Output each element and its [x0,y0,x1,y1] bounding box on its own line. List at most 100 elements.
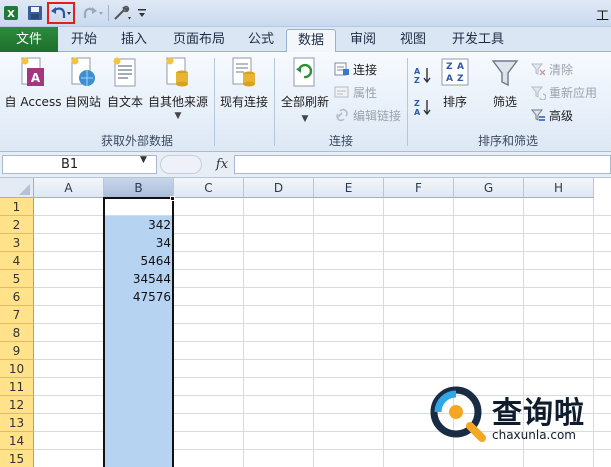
more-icon[interactable] [136,3,148,23]
tab-developer[interactable]: 开发工具 [446,29,510,52]
row-header-3[interactable]: 3 [0,234,34,252]
name-box[interactable]: B1 [2,155,157,174]
row-header-4[interactable]: 4 [0,252,34,270]
connections-label: 连接 [353,62,378,77]
svg-text:A: A [414,67,421,76]
tab-insert[interactable]: 插入 [112,29,156,52]
existing-connections-icon [232,57,255,87]
properties-button[interactable]: 属性 [334,83,377,101]
svg-text:A: A [414,108,421,117]
formula-input[interactable] [234,155,611,174]
refresh-icon [293,57,315,87]
row-header-1[interactable]: 1 [0,198,34,216]
row-header-14[interactable]: 14 [0,432,34,450]
undo-icon[interactable] [47,2,75,24]
row-header-10[interactable]: 10 [0,360,34,378]
clear-filter-button[interactable]: 清除 [530,60,573,78]
tab-page-layout[interactable]: 页面布局 [164,29,234,52]
ribbon-tabs: 文件 开始 插入 页面布局 公式 数据 审阅 视图 开发工具 [0,27,611,53]
group-label-external-data: 获取外部数据 [100,134,173,148]
row-header-11[interactable]: 11 [0,378,34,396]
row-header-2[interactable]: 2 [0,216,34,234]
tab-data[interactable]: 数据 [286,29,336,53]
tab-file[interactable]: 文件 [0,27,58,52]
quick-access-toolbar: X 工 [0,0,611,27]
from-text-button[interactable]: 自文本 [104,56,146,110]
edit-links-label: 编辑链接 [353,108,402,123]
tab-review[interactable]: 审阅 [342,29,384,52]
connections-button[interactable]: 连接 [334,60,377,78]
formula-bar-resize-handle[interactable] [160,155,202,174]
fill-handle[interactable] [170,196,175,201]
svg-text:Z: Z [457,74,464,84]
from-text-label: 自文本 [106,95,143,109]
sort-label: 排序 [442,95,467,109]
tab-formulas[interactable]: 公式 [240,29,282,52]
watermark-url: chaxunla.com [492,428,576,442]
sort-descending-button[interactable]: ZA [413,98,436,117]
svg-text:Z: Z [414,99,420,108]
excel-app-icon[interactable]: X [2,3,20,23]
sort-button[interactable]: ZAAZ 排序 [438,56,472,110]
connections-icon [334,62,349,76]
refresh-all-label: 全部刷新 [280,95,329,109]
reapply-filter-icon [530,86,546,100]
row-header-9[interactable]: 9 [0,342,34,360]
sort-dialog-icon: Z AA Z [441,58,469,86]
sort-ascending-icon: AZ [414,67,431,85]
column-header-g[interactable]: G [454,178,524,198]
insert-function-button[interactable]: fx [212,155,232,174]
sort-ascending-button[interactable]: AZ [413,66,436,85]
column-header-a[interactable]: A [34,178,104,198]
existing-connections-label: 现有连接 [219,95,268,109]
svg-text:A: A [457,62,464,72]
column-header-d[interactable]: D [244,178,314,198]
column-header-e[interactable]: E [314,178,384,198]
customize-icon[interactable] [110,3,134,23]
column-header-b[interactable]: B [104,178,174,198]
window-title: 工 [595,9,609,24]
existing-connections-button[interactable]: 现有连接 [218,56,270,110]
edit-links-button[interactable]: 编辑链接 [334,106,401,124]
refresh-all-button[interactable]: 全部刷新 ▼ [278,56,332,124]
group-label-connections: 连接 [328,134,353,148]
ribbon-data: A 自 Access 自网站 自文本 自其他来源 ▼ 现有连接 获取外部数据 全… [0,52,611,152]
filter-button[interactable]: 筛选 [486,56,524,110]
tab-home[interactable]: 开始 [62,29,106,52]
from-web-button[interactable]: 自网站 [63,56,103,110]
qat-separator [108,5,109,21]
reapply-filter-label: 重新应用 [549,85,598,100]
advanced-filter-button[interactable]: 高级 [530,106,573,124]
redo-icon[interactable] [80,3,106,23]
properties-icon [334,86,349,98]
name-box-dropdown-icon[interactable]: ▼ [140,155,147,165]
row-header-15[interactable]: 15 [0,450,34,467]
save-icon[interactable] [26,3,44,23]
row-header-12[interactable]: 12 [0,396,34,414]
svg-text:A: A [31,71,41,85]
svg-text:A: A [446,74,453,84]
svg-text:Z: Z [446,62,453,72]
column-header-c[interactable]: C [174,178,244,198]
from-other-sources-label: 自其他来源 [147,95,208,109]
row-header-8[interactable]: 8 [0,324,34,342]
watermark: 查询啦 chaxunla.com [426,382,611,450]
svg-text:X: X [7,9,15,20]
advanced-filter-icon [530,109,545,121]
tab-view[interactable]: 视图 [392,29,434,52]
reapply-filter-button[interactable]: 重新应用 [530,83,597,101]
text-file-icon [113,57,136,87]
row-header-7[interactable]: 7 [0,306,34,324]
column-header-f[interactable]: F [384,178,454,198]
row-header-6[interactable]: 6 [0,288,34,306]
row-header-13[interactable]: 13 [0,414,34,432]
row-header-5[interactable]: 5 [0,270,34,288]
properties-label: 属性 [353,85,378,100]
watermark-title: 查询啦 [492,396,585,431]
from-web-label: 自网站 [64,95,101,109]
from-other-sources-button[interactable]: 自其他来源 ▼ [147,56,209,121]
column-header-h[interactable]: H [524,178,594,198]
from-access-button[interactable]: A 自 Access [4,56,62,110]
watermark-logo-icon [430,386,486,442]
select-all-corner[interactable] [0,178,34,198]
